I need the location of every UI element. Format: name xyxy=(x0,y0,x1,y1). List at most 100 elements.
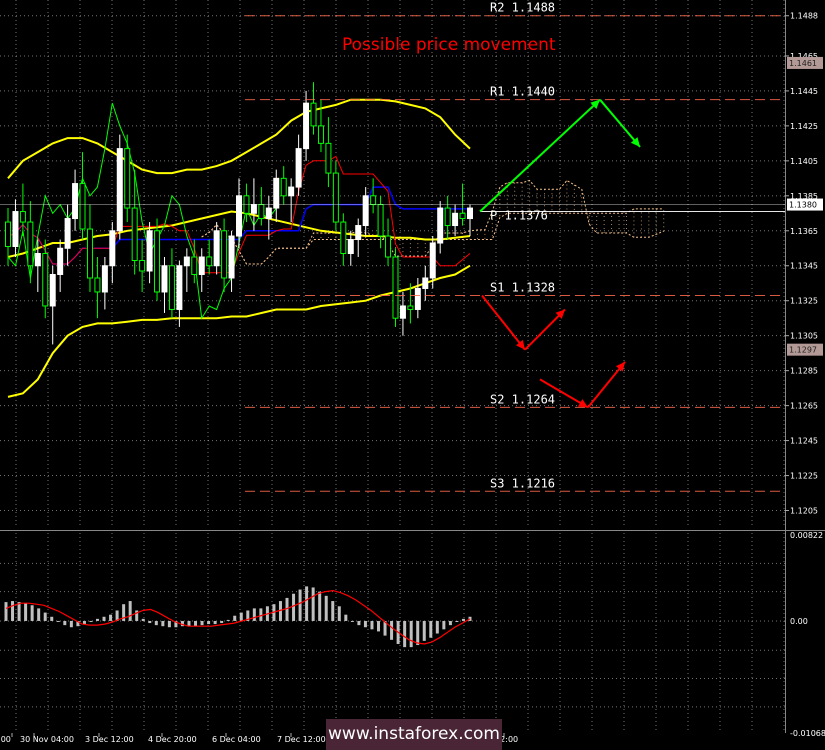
macd-bar xyxy=(252,608,256,621)
macd-bar xyxy=(461,618,465,621)
time-tick-label: 6 Dec 04:00 xyxy=(212,735,261,744)
candle-body xyxy=(191,256,198,275)
candle-body xyxy=(198,256,205,275)
macd-bar xyxy=(409,620,413,648)
macd-bar xyxy=(69,620,73,628)
candle-body xyxy=(414,287,421,310)
price-tick-label: 1.1325 xyxy=(790,297,818,306)
candle-body xyxy=(422,277,429,289)
current-price-label: 1.1380 xyxy=(789,201,817,210)
candle-body xyxy=(131,207,138,262)
bollinger-lower xyxy=(7,264,471,398)
macd-bar xyxy=(422,620,426,641)
candle-body xyxy=(146,230,153,272)
candle-body xyxy=(94,277,101,293)
candle-body xyxy=(347,239,354,255)
candle-body xyxy=(295,148,302,188)
candle-body xyxy=(168,265,175,310)
candle-body xyxy=(161,265,168,293)
pivot-label-p: P 1.1376 xyxy=(490,209,548,223)
price-marker-label: 1.1461 xyxy=(789,59,817,68)
candle-body xyxy=(79,183,86,230)
indicator-lines xyxy=(7,98,471,398)
candle-body xyxy=(5,221,11,248)
macd-bar xyxy=(377,620,381,632)
macd-bar xyxy=(56,620,60,622)
candle-body xyxy=(49,273,56,307)
candle-body xyxy=(250,204,257,214)
candle-body xyxy=(429,242,436,279)
candle-body xyxy=(176,265,183,310)
price-tick-label: 1.1345 xyxy=(790,262,818,271)
pivot-label-s3: S3 1.1216 xyxy=(490,476,555,490)
candle-body xyxy=(109,230,116,267)
candle-body xyxy=(273,177,280,209)
candle-body xyxy=(459,212,466,220)
candle-body xyxy=(340,221,347,255)
price-tick-label: 1.1205 xyxy=(790,507,818,516)
macd-bar xyxy=(102,616,106,621)
price-tick-label: 1.1245 xyxy=(790,437,818,446)
time-tick-label: 3 Dec 12:00 xyxy=(85,735,134,744)
macd-bar xyxy=(167,620,171,628)
time-tick-label: 4 Dec 20:00 xyxy=(148,735,197,744)
macd-bar xyxy=(148,620,152,624)
macd-bar xyxy=(95,618,99,621)
macd-bar xyxy=(207,620,211,625)
macd-bar xyxy=(435,620,439,634)
pivot-label-s2: S2 1.1264 xyxy=(490,392,555,406)
price-tick-label: 1.1425 xyxy=(790,122,818,131)
pivot-label-r2: R2 1.1488 xyxy=(490,1,555,15)
macd-bar xyxy=(370,620,374,630)
candle-body xyxy=(444,207,451,227)
candle-body xyxy=(325,142,332,174)
candlesticks xyxy=(5,82,473,345)
macd-bar xyxy=(11,601,15,621)
macd-panel xyxy=(4,586,472,648)
candle-body xyxy=(116,148,123,232)
macd-bar xyxy=(213,620,217,625)
macd-bar xyxy=(363,620,367,628)
candle-body xyxy=(34,253,41,267)
chart-canvas: R2 1.1488 R1 1.1440 P 1.1376 S1 1.1328 S2 1.… xyxy=(0,0,825,744)
candle-body xyxy=(124,148,131,209)
macd-bar xyxy=(50,616,54,621)
price-tick-label: 1.1265 xyxy=(790,402,818,411)
pivot-levels: R2 1.1488 R1 1.1440 P 1.1376 S1 1.1328 S2 1.… xyxy=(0,1,785,492)
macd-bar xyxy=(226,619,230,621)
candle-body xyxy=(101,265,108,293)
candle-body xyxy=(467,207,473,220)
time-tick-label: :00 xyxy=(0,735,11,744)
macd-bar xyxy=(311,587,315,621)
macd-bar xyxy=(305,586,309,621)
macd-bar xyxy=(24,603,28,621)
macd-bar xyxy=(357,620,361,626)
pivot-label-r1: R1 1.1440 xyxy=(490,85,555,99)
candle-body xyxy=(265,207,272,220)
candle-body xyxy=(57,247,64,275)
pivot-label-s1: S1 1.1328 xyxy=(490,280,555,294)
candle-body xyxy=(332,172,339,223)
macd-bar xyxy=(233,615,237,621)
candle-body xyxy=(385,235,392,258)
watermark-logo[interactable]: www.instaforex.com xyxy=(326,719,502,750)
macd-bar xyxy=(220,620,224,624)
price-tick-label: 1.1305 xyxy=(790,332,818,341)
macd-bar xyxy=(154,620,158,626)
macd-bar xyxy=(17,602,21,621)
macd-bar xyxy=(63,620,67,626)
candle-body xyxy=(452,212,459,227)
price-tick-label: 1.1405 xyxy=(790,157,818,166)
time-tick-label: 7 Dec 12:00 xyxy=(277,735,326,744)
price-tick-label: 1.1488 xyxy=(790,12,818,21)
candle-body xyxy=(355,225,362,241)
macd-bar xyxy=(350,620,354,622)
macd-bar xyxy=(448,620,452,626)
candle-body xyxy=(27,221,34,267)
candle-body xyxy=(407,305,414,310)
macd-bar xyxy=(429,620,433,638)
price-tick-label: 1.1445 xyxy=(790,87,818,96)
macd-bar xyxy=(128,601,132,621)
macd-bar xyxy=(403,620,407,648)
macd-bar xyxy=(390,620,394,640)
